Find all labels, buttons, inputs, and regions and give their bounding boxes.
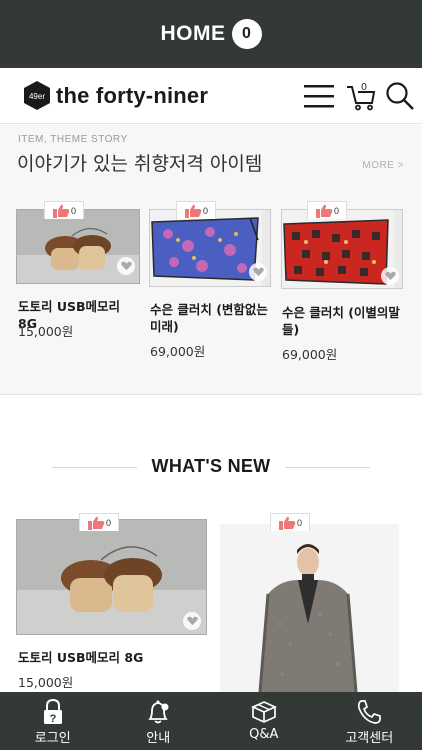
product-card[interactable]: 0 도토리 USB메모리 8G 15,000원 [16, 513, 208, 695]
like-count: 0 [202, 205, 208, 216]
product-image[interactable] [220, 524, 399, 693]
like-button[interactable]: 0 [79, 513, 119, 531]
nav-label: 안내 [146, 731, 171, 746]
phone-icon [358, 700, 382, 724]
svg-text:?: ? [49, 713, 56, 725]
cart-count: 0 [361, 82, 367, 93]
product-card[interactable]: 0 수은 클러치 (변함없는 미래) 69,000원 [149, 201, 274, 385]
wishlist-heart-icon[interactable] [249, 263, 267, 281]
thumbs-up-icon [87, 516, 105, 530]
logo-icon[interactable]: 49er [24, 81, 50, 110]
product-card[interactable]: 0 수은 클러치 (이별의말들) 69,000원 [281, 201, 406, 385]
like-button[interactable]: 0 [270, 513, 310, 531]
nav-customer-center[interactable]: 고객센터 [317, 692, 422, 750]
home-count-badge: 0 [231, 19, 262, 49]
product-price: 69,000원 [150, 344, 206, 359]
wishlist-heart-icon[interactable] [381, 267, 399, 285]
home-title[interactable]: HOME [161, 22, 226, 46]
product-name[interactable]: 도토리 USB메모리 8G [18, 649, 208, 666]
lock-icon: ? [43, 699, 62, 725]
thumbs-up-icon [278, 516, 296, 530]
nav-label: 로그인 [34, 731, 71, 746]
nav-label: Q&A [249, 727, 279, 742]
product-name[interactable]: 수은 클러치 (변함없는 미래) [150, 301, 274, 335]
box-icon [250, 701, 277, 723]
nav-qna[interactable]: Q&A [211, 692, 317, 750]
like-button[interactable]: 0 [176, 201, 216, 219]
product-card[interactable]: 0 [220, 513, 400, 693]
theme-story-section: ITEM, THEME STORY 이야기가 있는 취향저격 아이템 MORE … [0, 125, 422, 395]
like-button[interactable]: 0 [307, 201, 347, 219]
like-button[interactable]: 0 [44, 201, 84, 219]
thumbs-up-icon [315, 204, 333, 218]
product-price: 15,000원 [18, 675, 74, 690]
wishlist-heart-icon[interactable] [183, 612, 201, 630]
like-count: 0 [70, 205, 76, 216]
section-title: 이야기가 있는 취향저격 아이템 [17, 153, 263, 175]
more-link[interactable]: MORE > [362, 160, 404, 171]
like-count: 0 [105, 517, 111, 528]
product-card[interactable]: 0 도토리 USB메모리 8G 15,000원 [16, 201, 140, 385]
nav-login[interactable]: ? 로그인 [0, 692, 106, 750]
nav-label: 고객센터 [345, 731, 394, 746]
nav-info[interactable]: 안내 [106, 692, 212, 750]
thumbs-up-icon [52, 204, 70, 218]
bell-icon [148, 700, 169, 724]
logo-text: 49er [29, 92, 45, 101]
site-header: 49er the forty-niner 0 [0, 68, 422, 124]
search-icon[interactable] [384, 80, 416, 112]
bottom-nav: ? 로그인 안내 Q&A 고객센터 [0, 692, 422, 750]
product-image[interactable] [16, 519, 207, 635]
cart-icon[interactable]: 0 [345, 80, 377, 112]
product-name[interactable]: 수은 클러치 (이별의말들) [282, 304, 406, 338]
whats-new-title: WHAT'S NEW [151, 456, 271, 476]
thumbs-up-icon [184, 204, 202, 218]
like-count: 0 [296, 517, 302, 528]
section-subtitle: ITEM, THEME STORY [18, 134, 128, 145]
hamburger-menu-icon[interactable] [303, 80, 335, 112]
product-price: 69,000원 [282, 347, 338, 362]
product-price: 15,000원 [18, 324, 74, 339]
wishlist-heart-icon[interactable] [117, 257, 135, 275]
like-count: 0 [333, 205, 339, 216]
brand-name[interactable]: the forty-niner [56, 83, 208, 109]
top-bar: HOME 0 [0, 0, 422, 68]
